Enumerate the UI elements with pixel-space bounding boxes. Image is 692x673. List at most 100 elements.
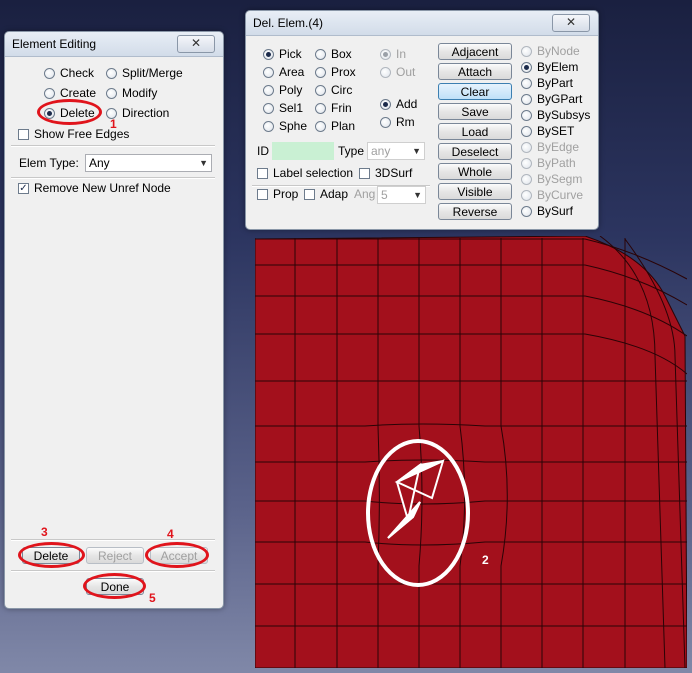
close-icon[interactable]: ✕	[552, 14, 590, 32]
annotation-number-2: 2	[482, 553, 489, 567]
annotation-ellipse-delete	[37, 99, 102, 125]
op-direction-label: Direction	[122, 106, 170, 120]
pick-mode-sel1-label: Sel1	[279, 101, 304, 115]
by-node-radio[interactable]	[521, 46, 532, 57]
in-radio[interactable]	[380, 49, 391, 60]
by-curve-radio[interactable]	[521, 190, 532, 201]
element-editing-titlebar: Element Editing ✕	[5, 32, 223, 57]
divider	[11, 539, 215, 541]
pick-mode-poly-radio[interactable]	[263, 85, 274, 96]
by-curve-label: ByCurve	[537, 188, 584, 202]
by-node-label: ByNode	[537, 44, 580, 58]
by-gpart-radio[interactable]	[521, 94, 532, 105]
pick-mode-area-radio[interactable]	[263, 67, 274, 78]
pick-mode-box-radio[interactable]	[315, 49, 326, 60]
reject-button[interactable]: Reject	[86, 547, 144, 564]
remove-unref-label: Remove New Unref Node	[34, 181, 171, 195]
id-label: ID	[257, 144, 269, 158]
save-button[interactable]: Save	[438, 103, 512, 120]
chevron-down-icon: ▼	[199, 158, 208, 168]
attach-button[interactable]: Attach	[438, 63, 512, 80]
op-create-radio[interactable]	[44, 88, 55, 99]
del-elem-title: Del. Elem.(4)	[253, 16, 324, 30]
remove-unref-checkbox[interactable]: ✓	[18, 183, 29, 194]
prop-checkbox[interactable]	[257, 189, 268, 200]
surf3d-checkbox[interactable]	[359, 168, 370, 179]
pick-mode-sphe-label: Sphe	[279, 119, 308, 133]
prop-label: Prop	[273, 187, 299, 201]
show-free-edges-checkbox[interactable]	[18, 129, 29, 140]
pick-mode-plan-radio[interactable]	[315, 121, 326, 132]
op-check-radio[interactable]	[44, 68, 55, 79]
surf3d-label: 3DSurf	[375, 166, 413, 180]
label-selection-label: Label selection	[273, 166, 354, 180]
deselect-button[interactable]: Deselect	[438, 143, 512, 160]
by-segm-label: BySegm	[537, 172, 583, 186]
id-input[interactable]	[272, 142, 334, 160]
by-surf-label: BySurf	[537, 204, 574, 218]
pick-mode-circ-radio[interactable]	[315, 85, 326, 96]
label-selection-checkbox[interactable]	[257, 168, 268, 179]
by-elem-label: ByElem	[537, 60, 579, 74]
op-modify-radio[interactable]	[106, 88, 117, 99]
pick-mode-prox-label: Prox	[331, 65, 356, 79]
elem-type-select[interactable]: Any ▼	[85, 154, 212, 172]
by-set-label: BySET	[537, 124, 575, 138]
annotation-number-3: 3	[41, 525, 48, 539]
annotation-ellipse-done-button	[83, 573, 146, 599]
elem-type-value: Any	[89, 156, 110, 170]
add-label: Add	[396, 97, 418, 111]
mesh-viewport[interactable]	[255, 236, 687, 668]
by-elem-radio[interactable]	[521, 62, 532, 73]
op-split-merge-radio[interactable]	[106, 68, 117, 79]
by-part-radio[interactable]	[521, 78, 532, 89]
pick-mode-sel1-radio[interactable]	[263, 103, 274, 114]
by-edge-radio[interactable]	[521, 142, 532, 153]
by-path-radio[interactable]	[521, 158, 532, 169]
mesh-group	[255, 236, 687, 668]
by-part-label: ByPart	[537, 76, 574, 90]
divider	[11, 177, 215, 179]
annotation-number-4: 4	[167, 527, 174, 541]
pick-mode-box-label: Box	[331, 47, 352, 61]
pick-mode-pick-radio[interactable]	[263, 49, 274, 60]
out-radio[interactable]	[380, 67, 391, 78]
visible-button[interactable]: Visible	[438, 183, 512, 200]
type-select[interactable]: any ▼	[367, 142, 425, 160]
close-icon[interactable]: ✕	[177, 35, 215, 53]
by-surf-radio[interactable]	[521, 206, 532, 217]
reverse-button[interactable]: Reverse	[438, 203, 512, 220]
divider	[11, 145, 215, 147]
clear-button[interactable]: Clear	[438, 83, 512, 100]
type-label: Type	[338, 144, 365, 158]
add-radio[interactable]	[380, 99, 391, 110]
annotation-number-5: 5	[149, 591, 156, 605]
by-subsys-radio[interactable]	[521, 110, 532, 121]
adap-label: Adap	[320, 187, 349, 201]
adap-checkbox[interactable]	[304, 189, 315, 200]
by-set-radio[interactable]	[521, 126, 532, 137]
pick-mode-sphe-radio[interactable]	[263, 121, 274, 132]
pick-mode-frin-label: Frin	[331, 101, 352, 115]
adjacent-button[interactable]: Adjacent	[438, 43, 512, 60]
op-split-merge-label: Split/Merge	[122, 66, 183, 80]
pick-mode-frin-radio[interactable]	[315, 103, 326, 114]
by-edge-label: ByEdge	[537, 140, 580, 154]
pick-mode-prox-radio[interactable]	[315, 67, 326, 78]
annotation-number-1: 1	[110, 117, 117, 131]
ang-select[interactable]: 5 ▼	[377, 186, 426, 204]
pick-mode-poly-label: Poly	[279, 83, 303, 97]
by-segm-radio[interactable]	[521, 174, 532, 185]
ang-value: 5	[381, 188, 388, 202]
annotation-ellipse-delete-button	[18, 542, 85, 568]
divider	[11, 570, 215, 572]
out-label: Out	[396, 65, 416, 79]
pick-mode-area-label: Area	[279, 65, 305, 79]
by-gpart-label: ByGPart	[537, 92, 583, 106]
rm-radio[interactable]	[380, 117, 391, 128]
by-path-label: ByPath	[537, 156, 576, 170]
whole-button[interactable]: Whole	[438, 163, 512, 180]
load-button[interactable]: Load	[438, 123, 512, 140]
in-label: In	[396, 47, 407, 61]
chevron-down-icon: ▼	[412, 146, 421, 156]
